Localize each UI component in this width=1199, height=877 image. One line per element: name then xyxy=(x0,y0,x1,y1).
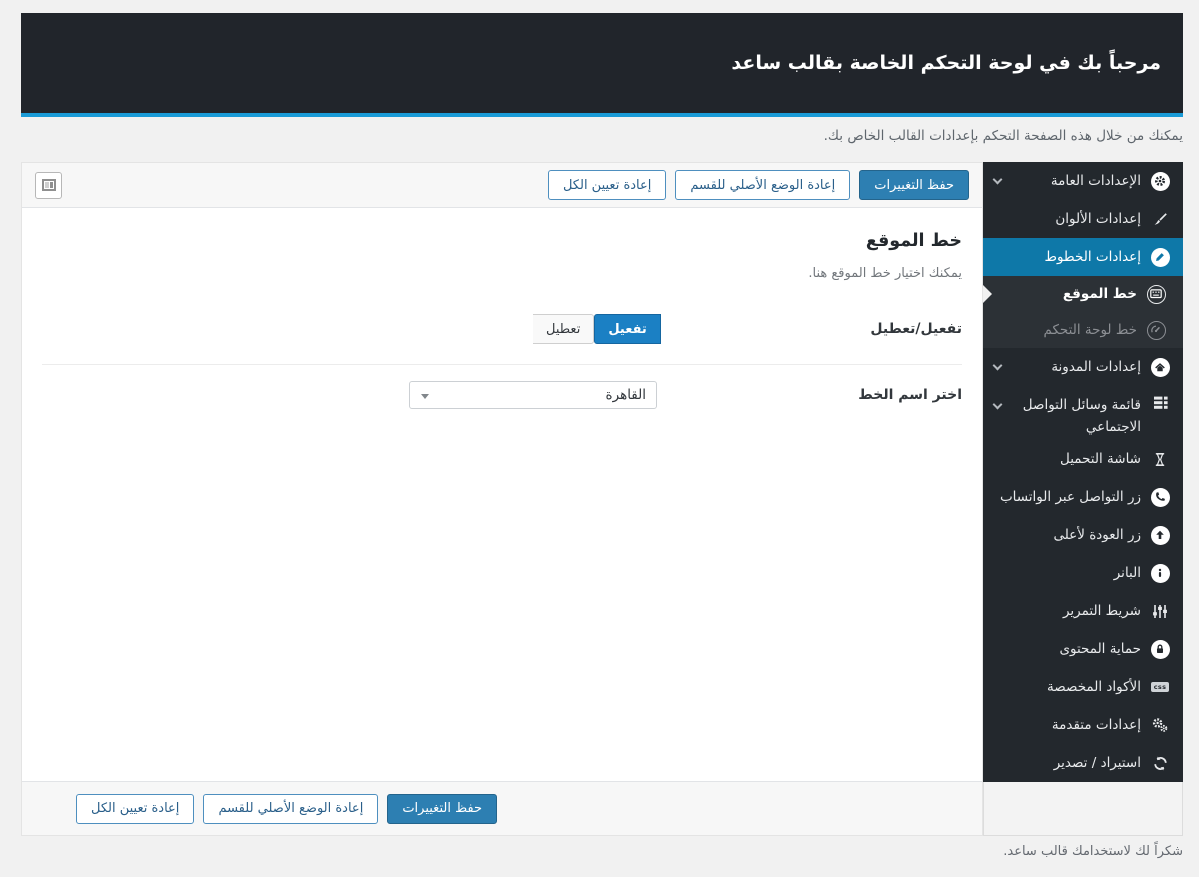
divider xyxy=(42,364,962,365)
font-name-row: اختر اسم الخط القاهرة xyxy=(42,381,962,409)
sidebar-item-label: استيراد / تصدير xyxy=(1053,755,1141,771)
chevron-down-icon xyxy=(992,399,1003,410)
sidebar-item-banner[interactable]: البانر xyxy=(983,554,1183,592)
home-circle-icon xyxy=(1150,357,1170,377)
chevron-down-icon xyxy=(992,360,1003,371)
sidebar-item-label: خط لوحة التحكم xyxy=(1043,322,1137,338)
top-toolbar: حفظ التغييرات إعادة الوضع الأصلي للقسم إ… xyxy=(22,163,982,208)
page-title: مرحباً بك في لوحة التحكم الخاصة بقالب سا… xyxy=(731,52,1161,74)
social-list-icon xyxy=(1150,395,1170,410)
sidebar-item-label: الإعدادات العامة xyxy=(1050,173,1141,189)
font-select-value: القاهرة xyxy=(605,387,646,403)
save-button-bottom[interactable]: حفظ التغييرات xyxy=(387,793,498,824)
sidebar-item-dashboard-font[interactable]: خط لوحة التحكم xyxy=(983,312,1183,348)
enable-button[interactable]: تفعيل xyxy=(594,314,661,344)
phone-circle-icon xyxy=(1150,487,1170,507)
enable-disable-row: تفعيل/تعطيل تفعيل تعطيل xyxy=(42,314,962,344)
sidebar-item-label: شاشة التحميل xyxy=(1059,451,1141,467)
sidebar-item-back-to-top[interactable]: زر العودة لأعلى xyxy=(983,516,1183,554)
sidebar-item-content-protection[interactable]: حماية المحتوى xyxy=(983,630,1183,668)
enable-disable-toggle: تفعيل تعطيل xyxy=(533,314,661,344)
sidebar-item-label: خط الموقع xyxy=(1062,286,1137,302)
sidebar-item-social-media[interactable]: قائمة وسائل التواصل الاجتماعي xyxy=(983,386,1183,440)
active-item-arrow xyxy=(983,285,992,303)
save-button[interactable]: حفظ التغييرات xyxy=(859,170,969,200)
import-export-icon xyxy=(1150,756,1170,771)
sidebar-item-label: الأكواد المخصصة xyxy=(1047,679,1141,695)
sidebar-item-label: زر العودة لأعلى xyxy=(1053,527,1141,543)
bottom-toolbar-buttons: حفظ التغييرات إعادة الوضع الأصلي للقسم إ… xyxy=(76,793,498,824)
sidebar-item-loading-screen[interactable]: شاشة التحميل xyxy=(983,440,1183,478)
chevron-down-icon xyxy=(992,174,1003,185)
sidebar-item-site-font[interactable]: خط الموقع xyxy=(983,276,1183,312)
sidebar-item-blog-settings[interactable]: إعدادات المدونة xyxy=(983,348,1183,386)
sidebar-item-label: البانر xyxy=(1113,565,1141,581)
sidebar: الإعدادات العامة إعدادات الألوان إعدادات… xyxy=(983,162,1183,836)
enable-disable-label: تفعيل/تعطيل xyxy=(870,321,962,337)
sidebar-item-custom-codes[interactable]: css الأكواد المخصصة xyxy=(983,668,1183,706)
keyboard-circle-icon xyxy=(1146,284,1166,304)
sidebar-item-label: شريط التمرير xyxy=(1062,603,1141,619)
chevron-down-icon xyxy=(421,394,429,399)
top-toolbar-buttons: حفظ التغييرات إعادة الوضع الأصلي للقسم إ… xyxy=(547,170,969,200)
section-description: يمكنك اختيار خط الموقع هنا. xyxy=(808,266,962,281)
header: مرحباً بك في لوحة التحكم الخاصة بقالب سا… xyxy=(21,13,1183,117)
sliders-icon xyxy=(1150,604,1170,619)
sidebar-item-label: إعدادات الألوان xyxy=(1055,211,1141,227)
sidebar-menu: الإعدادات العامة إعدادات الألوان إعدادات… xyxy=(983,162,1183,782)
gear-circle-icon xyxy=(1150,171,1170,191)
lock-circle-icon xyxy=(1150,639,1170,659)
reset-all-button[interactable]: إعادة تعيين الكل xyxy=(547,170,667,200)
reset-section-button[interactable]: إعادة الوضع الأصلي للقسم xyxy=(675,170,851,200)
disable-button[interactable]: تعطيل xyxy=(533,314,595,344)
sidebar-item-general-settings[interactable]: الإعدادات العامة xyxy=(983,162,1183,200)
dashboard-icon xyxy=(1146,320,1166,340)
css-badge-icon: css xyxy=(1150,681,1170,693)
panel-toggle-button[interactable] xyxy=(35,171,62,199)
sidebar-filler-panel xyxy=(983,782,1183,836)
bottom-toolbar: حفظ التغييرات إعادة الوضع الأصلي للقسم إ… xyxy=(22,781,982,835)
sidebar-item-label: قائمة وسائل التواصل الاجتماعي xyxy=(1022,397,1141,435)
sidebar-item-label: زر التواصل عبر الواتساب xyxy=(999,489,1141,505)
arrow-up-circle-icon xyxy=(1150,525,1170,545)
section-title: خط الموقع xyxy=(865,231,962,251)
sidebar-item-label: إعدادات الخطوط xyxy=(1044,249,1141,265)
paintbrush-icon xyxy=(1150,212,1170,227)
sidebar-item-label: حماية المحتوى xyxy=(1059,641,1141,657)
gears-icon xyxy=(1150,717,1170,733)
font-select[interactable]: القاهرة xyxy=(409,381,657,409)
sidebar-item-color-settings[interactable]: إعدادات الألوان xyxy=(983,200,1183,238)
sidebar-item-label: إعدادات المدونة xyxy=(1051,359,1141,375)
sidebar-item-import-export[interactable]: استيراد / تصدير xyxy=(983,744,1183,782)
panel-toggle-icon xyxy=(41,179,56,191)
footer-thanks-text: شكراً لك لاستخدامك قالب ساعد. xyxy=(1003,844,1183,859)
sidebar-item-advanced-settings[interactable]: إعدادات متقدمة xyxy=(983,706,1183,744)
pencil-circle-icon xyxy=(1150,247,1170,267)
sidebar-item-label: إعدادات متقدمة xyxy=(1051,717,1141,733)
hourglass-icon xyxy=(1150,452,1170,467)
sidebar-item-slider[interactable]: شريط التمرير xyxy=(983,592,1183,630)
info-circle-icon xyxy=(1150,563,1170,583)
sidebar-item-font-settings[interactable]: إعدادات الخطوط xyxy=(983,238,1183,276)
page-subtitle: يمكنك من خلال هذه الصفحة التحكم بإعدادات… xyxy=(823,128,1183,144)
sidebar-item-whatsapp-button[interactable]: زر التواصل عبر الواتساب xyxy=(983,478,1183,516)
reset-section-button-bottom[interactable]: إعادة الوضع الأصلي للقسم xyxy=(203,793,379,824)
content-card: حفظ التغييرات إعادة الوضع الأصلي للقسم إ… xyxy=(21,162,983,836)
page-background: { "header": { "title": "مرحباً بك في لوح… xyxy=(0,0,1199,877)
reset-all-button-bottom[interactable]: إعادة تعيين الكل xyxy=(76,793,195,824)
section-panel: خط الموقع يمكنك اختيار خط الموقع هنا. تف… xyxy=(22,208,982,781)
